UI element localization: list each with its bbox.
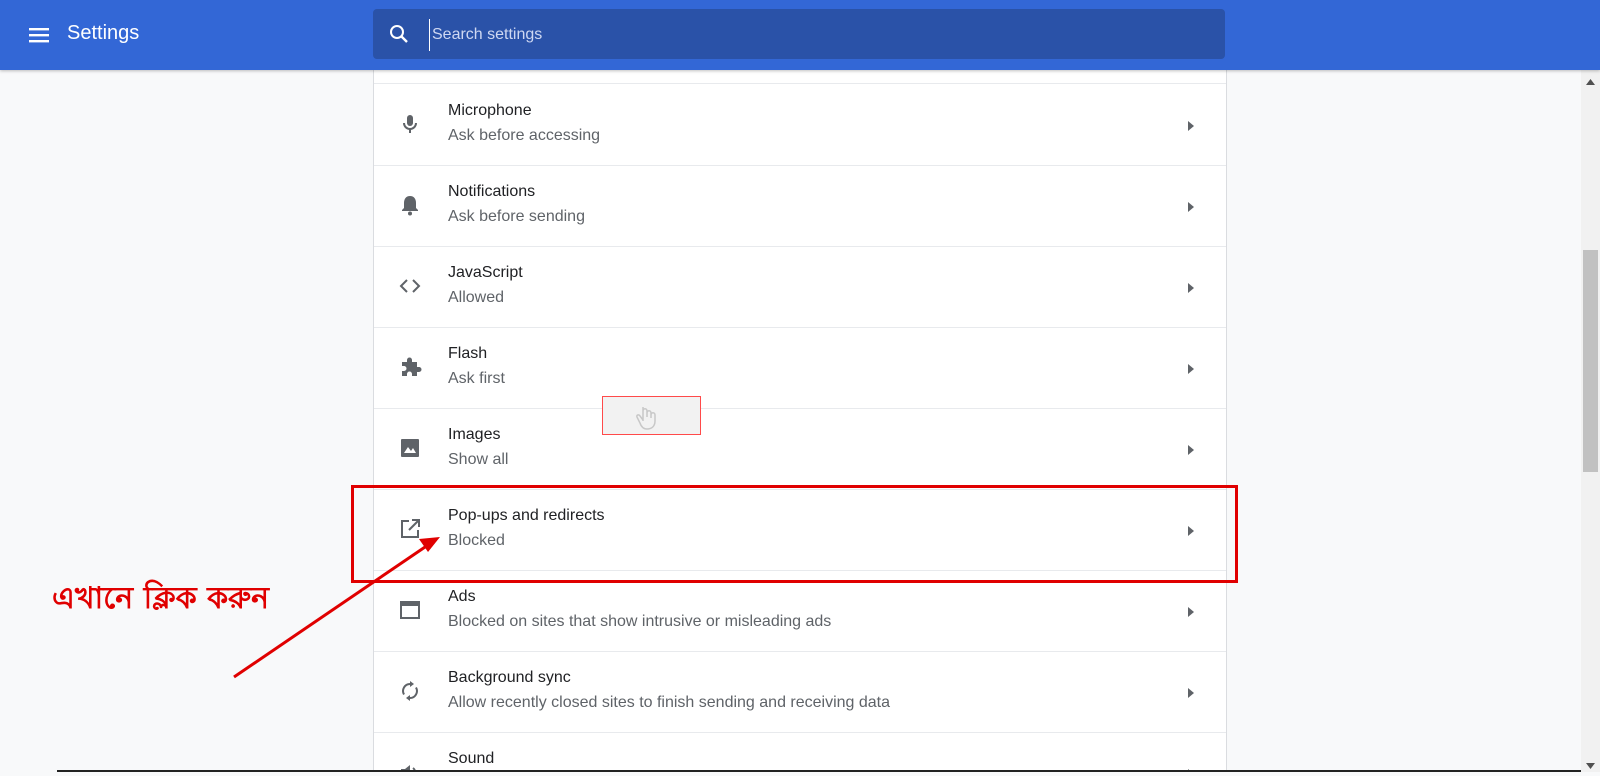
setting-label: Notifications xyxy=(448,183,536,200)
setting-label: Images xyxy=(448,426,501,443)
setting-row-ads[interactable]: Ads Blocked on sites that show intrusive… xyxy=(374,570,1226,652)
arrow-right-icon xyxy=(1186,443,1196,455)
sync-icon xyxy=(398,679,422,703)
setting-row-microphone[interactable]: Microphone Ask before accessing xyxy=(374,84,1226,166)
search-icon xyxy=(387,22,411,46)
drag-ghost xyxy=(602,396,701,435)
setting-row-popups[interactable]: Pop-ups and redirects Blocked xyxy=(374,489,1226,571)
search-input[interactable] xyxy=(429,19,1194,51)
arrow-right-icon xyxy=(1186,362,1196,374)
arrow-right-icon xyxy=(1186,524,1196,536)
search-box[interactable] xyxy=(373,9,1225,59)
arrow-right-icon xyxy=(1186,605,1196,617)
hamburger-menu-icon[interactable] xyxy=(26,23,52,47)
setting-status: Ask before sending xyxy=(448,208,585,225)
setting-label: Microphone xyxy=(448,102,532,119)
setting-status: Ask before accessing xyxy=(448,127,601,144)
ads-window-icon xyxy=(398,598,422,622)
setting-status: Blocked xyxy=(448,532,505,549)
top-app-bar: Settings xyxy=(0,0,1600,70)
setting-label: Pop-ups and redirects xyxy=(448,507,605,524)
scroll-down-arrow-icon[interactable] xyxy=(1585,758,1596,769)
arrow-right-icon xyxy=(1186,200,1196,212)
setting-status: Allowed xyxy=(448,289,505,306)
arrow-right-icon xyxy=(1186,281,1196,293)
vertical-scrollbar[interactable] xyxy=(1581,70,1600,772)
setting-status: Ask first xyxy=(448,370,505,387)
setting-label: Flash xyxy=(448,345,488,362)
setting-row-notifications[interactable]: Notifications Ask before sending xyxy=(374,165,1226,247)
scrollbar-thumb[interactable] xyxy=(1583,250,1598,472)
setting-row-flash[interactable]: Flash Ask first xyxy=(374,327,1226,409)
settings-card: Microphone Ask before accessing Notifica… xyxy=(373,70,1227,772)
puzzle-icon xyxy=(398,355,422,379)
setting-row-sound[interactable]: Sound xyxy=(374,732,1226,772)
scroll-up-arrow-icon[interactable] xyxy=(1585,74,1596,85)
open-in-new-icon xyxy=(398,517,422,541)
hand-cursor-icon xyxy=(636,407,656,430)
annotation-text: এখানে ক্লিক করুন xyxy=(52,581,270,616)
setting-label: Sound xyxy=(448,750,495,767)
setting-status: Allow recently closed sites to finish se… xyxy=(448,694,891,711)
setting-label: JavaScript xyxy=(448,264,523,281)
image-icon xyxy=(398,436,422,460)
setting-status: Blocked on sites that show intrusive or … xyxy=(448,613,832,630)
microphone-icon xyxy=(398,112,422,136)
setting-row-background-sync[interactable]: Background sync Allow recently closed si… xyxy=(374,651,1226,733)
setting-label: Ads xyxy=(448,588,476,605)
setting-label: Background sync xyxy=(448,669,571,686)
code-icon xyxy=(398,274,422,298)
page-title: Settings xyxy=(67,22,140,44)
setting-status: Show all xyxy=(448,451,509,468)
bell-icon xyxy=(398,193,422,217)
setting-row-javascript[interactable]: JavaScript Allowed xyxy=(374,246,1226,328)
arrow-right-icon xyxy=(1186,119,1196,131)
setting-row-images[interactable]: Images Show all xyxy=(374,408,1226,490)
arrow-right-icon xyxy=(1186,686,1196,698)
